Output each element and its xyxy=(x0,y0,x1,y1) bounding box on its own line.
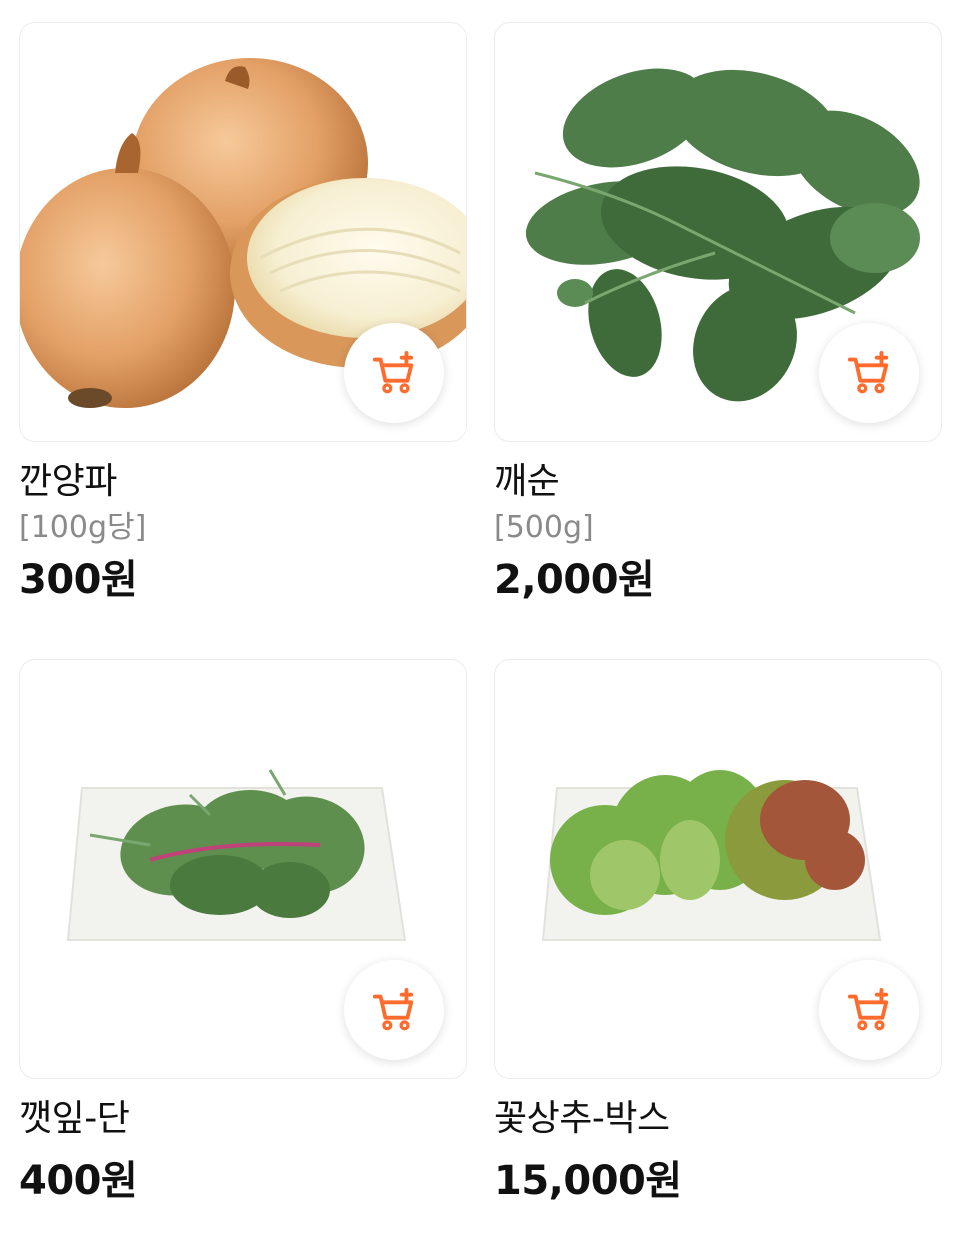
product-price: 300원 xyxy=(19,557,138,603)
product-name[interactable]: 꽃상추-박스 xyxy=(494,1097,942,1141)
add-to-cart-button[interactable] xyxy=(819,960,919,1060)
product-name[interactable]: 깐양파 xyxy=(19,460,467,504)
add-to-cart-button[interactable] xyxy=(819,323,919,423)
product-name[interactable]: 깨순 xyxy=(494,460,942,504)
product-price: 400원 xyxy=(19,1158,138,1204)
product-name[interactable]: 깻잎-단 xyxy=(19,1097,467,1141)
product-unit: [500g] xyxy=(494,510,594,545)
cart-plus-icon xyxy=(847,350,889,394)
product-unit: [100g당] xyxy=(19,510,147,545)
product-card-onion[interactable]: 깐양파 [100g당] 300원 xyxy=(19,22,467,604)
product-card-perilla-sprouts[interactable]: 깨순 [500g] 2,000원 xyxy=(494,22,942,604)
product-image-frame[interactable] xyxy=(494,22,942,442)
product-price: 15,000원 xyxy=(494,1158,682,1204)
cart-plus-icon xyxy=(847,987,889,1031)
product-card-lettuce-box[interactable]: 꽃상추-박스 15,000원 xyxy=(494,659,942,1205)
product-image-frame[interactable] xyxy=(19,659,467,1079)
product-price: 2,000원 xyxy=(494,557,655,603)
cart-plus-icon xyxy=(372,350,414,394)
product-image-frame[interactable] xyxy=(494,659,942,1079)
product-grid: 깐양파 [100g당] 300원 깨순 [500g] 2,000원 깻잎-단 4… xyxy=(0,0,966,1234)
add-to-cart-button[interactable] xyxy=(344,323,444,423)
product-card-perilla-leaves[interactable]: 깻잎-단 400원 xyxy=(19,659,467,1205)
add-to-cart-button[interactable] xyxy=(344,960,444,1060)
product-image-frame[interactable] xyxy=(19,22,467,442)
cart-plus-icon xyxy=(372,987,414,1031)
